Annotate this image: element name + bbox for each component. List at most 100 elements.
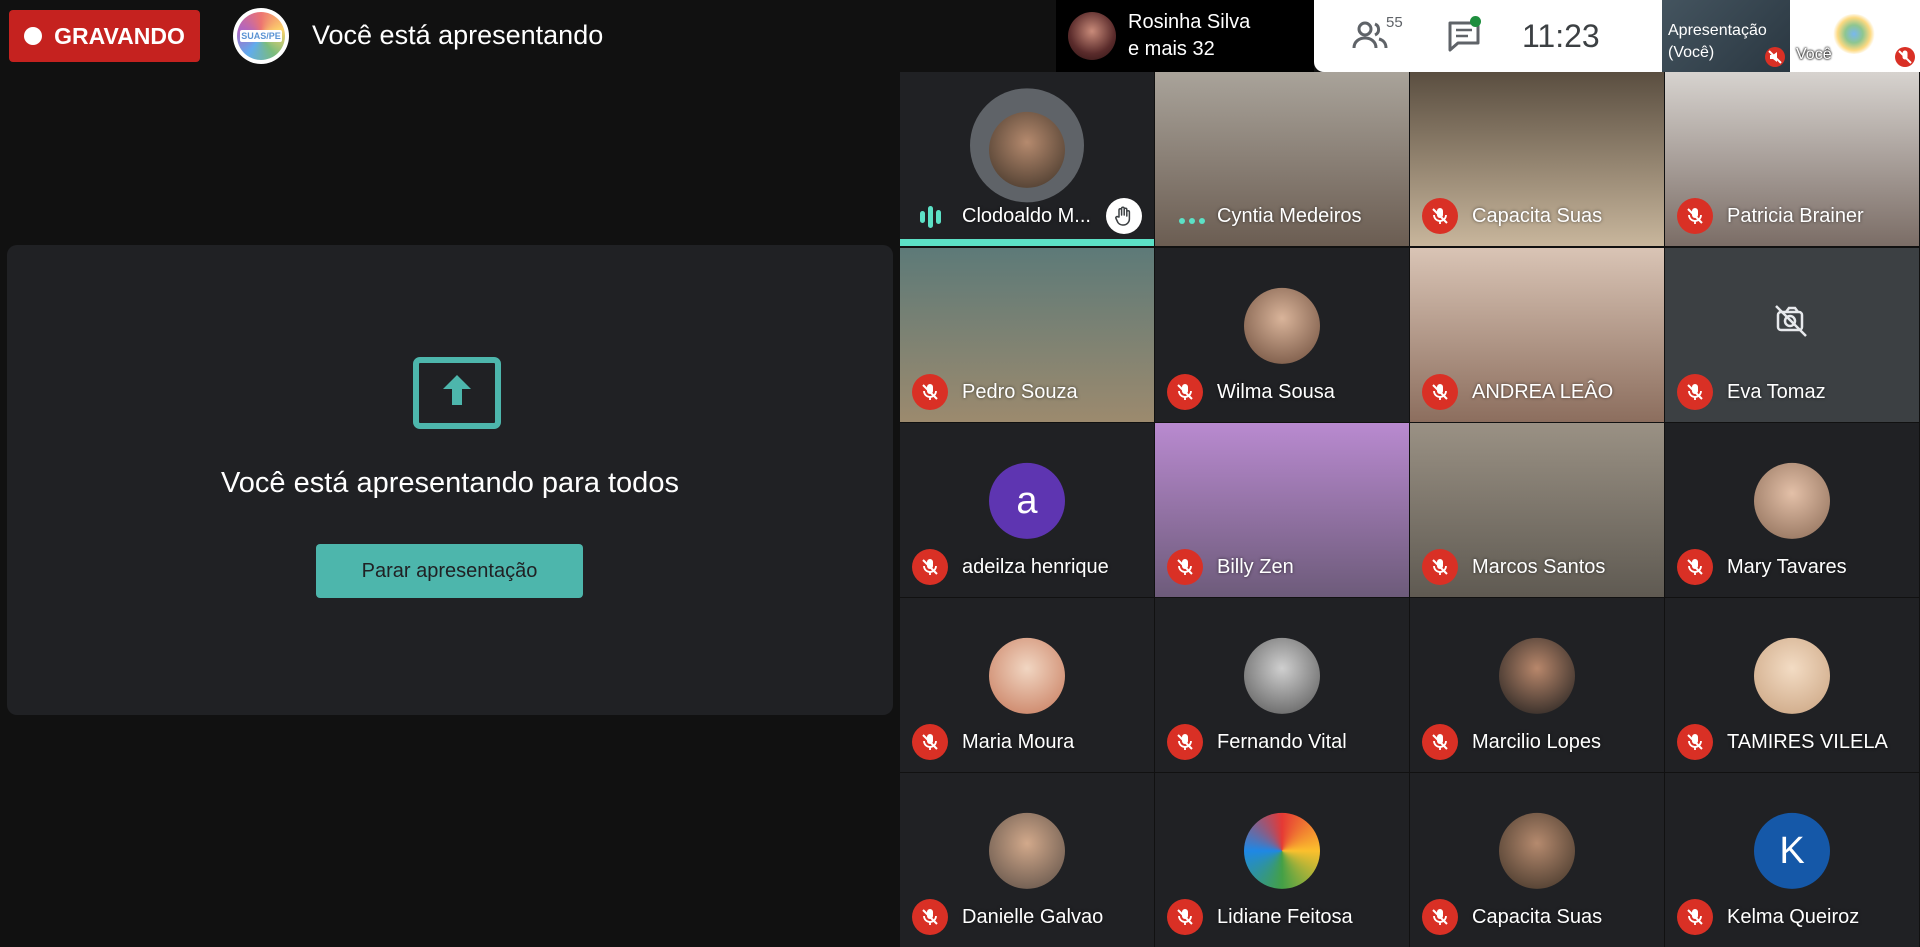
recording-dot-icon [24, 27, 43, 45]
participant-tile[interactable]: Wilma Sousa [1155, 248, 1409, 422]
mic-off-icon [1167, 549, 1203, 585]
presenter-avatar [1068, 12, 1116, 60]
participant-name: TAMIRES VILELA [1727, 731, 1888, 753]
participant-name: Maria Moura [962, 731, 1075, 753]
presenter-more: e mais 32 [1128, 38, 1215, 60]
participant-avatar [1499, 637, 1575, 714]
mic-off-icon [912, 374, 948, 410]
participant-name: Capacita Suas [1472, 205, 1603, 227]
presenting-title: Você está apresentando [312, 20, 604, 50]
participant-avatar [1244, 812, 1320, 889]
participant-tile[interactable]: ANDREA LEÂO [1410, 248, 1664, 422]
participant-avatar [1499, 812, 1575, 889]
speaker-muted-icon [1765, 47, 1785, 67]
participant-tile[interactable]: Mary Tavares [1665, 423, 1919, 597]
self-presentation-label: Apresentação [1668, 22, 1767, 39]
participant-tile[interactable]: TAMIRES VILELA [1665, 598, 1919, 772]
participant-name: ANDREA LEÂO [1472, 381, 1614, 403]
logo-text: SUAS/PE [240, 30, 282, 42]
mic-off-icon [1422, 198, 1458, 234]
participant-name: Capacita Suas [1472, 906, 1603, 928]
participant-name: Mary Tavares [1727, 556, 1847, 578]
participant-tile[interactable]: Marcilio Lopes [1410, 598, 1664, 772]
meeting-logo: SUAS/PE [233, 8, 289, 64]
presenting-message: Você está apresentando para todos [221, 467, 679, 499]
participant-tile[interactable]: Capacita Suas [1410, 72, 1664, 246]
mic-off-icon [1167, 724, 1203, 760]
participant-avatar [1754, 462, 1830, 539]
present-screen-icon [413, 357, 501, 429]
participant-tile[interactable]: Cyntia Medeiros [1155, 72, 1409, 246]
participant-name: Patricia Brainer [1727, 205, 1864, 227]
participant-tile[interactable]: K Kelma Queiroz [1665, 773, 1919, 947]
participant-tile[interactable]: Clodoaldo M... [900, 72, 1154, 246]
mic-off-icon [912, 549, 948, 585]
participant-tile[interactable]: Pedro Souza [900, 248, 1154, 422]
self-presentation-tile[interactable]: Apresentação (Você) [1662, 0, 1790, 72]
participant-tile[interactable]: Eva Tomaz [1665, 248, 1919, 422]
mic-off-icon [1422, 549, 1458, 585]
mic-off-icon [1422, 899, 1458, 935]
participant-tile[interactable]: a adeilza henrique [900, 423, 1154, 597]
participant-tile[interactable]: Lidiane Feitosa [1155, 773, 1409, 947]
mic-off-icon [1895, 47, 1915, 67]
mic-off-icon [1677, 724, 1713, 760]
participant-tile[interactable]: Capacita Suas [1410, 773, 1664, 947]
recording-badge[interactable]: GRAVANDO [9, 10, 200, 62]
mic-off-icon [1422, 374, 1458, 410]
participant-name: Marcilio Lopes [1472, 731, 1601, 753]
participant-tile[interactable]: Billy Zen [1155, 423, 1409, 597]
participant-name: Lidiane Feitosa [1217, 906, 1353, 928]
participant-name: Marcos Santos [1472, 556, 1606, 578]
mic-off-icon [1422, 724, 1458, 760]
mic-off-icon [1677, 198, 1713, 234]
hand-raised-icon [1106, 198, 1142, 234]
participants-count: 55 [1386, 14, 1403, 31]
participant-avatar [989, 812, 1065, 889]
self-camera-tile[interactable]: Você [1790, 0, 1920, 72]
participant-avatar [1244, 637, 1320, 714]
participant-tile[interactable]: Marcos Santos [1410, 423, 1664, 597]
participant-avatar [1754, 637, 1830, 714]
stop-presenting-button[interactable]: Parar apresentação [316, 544, 583, 598]
self-presentation-sublabel: (Você) [1668, 44, 1715, 61]
mic-off-icon [912, 899, 948, 935]
presentation-panel: Você está apresentando para todos Parar … [7, 245, 893, 715]
participant-name: Fernando Vital [1217, 731, 1347, 753]
participant-name: Pedro Souza [962, 381, 1078, 403]
participant-name: Cyntia Medeiros [1217, 205, 1362, 227]
participant-tile[interactable]: Danielle Galvao [900, 773, 1154, 947]
chat-notification-dot [1470, 16, 1481, 27]
participant-name: Danielle Galvao [962, 906, 1104, 928]
active-speaker-bar [900, 239, 1154, 246]
participant-tile[interactable]: Maria Moura [900, 598, 1154, 772]
participant-name: Kelma Queiroz [1727, 906, 1860, 928]
mic-off-icon [1677, 549, 1713, 585]
mic-off-icon [1167, 374, 1203, 410]
chat-button[interactable] [1446, 16, 1482, 54]
audio-level-icon [1179, 218, 1205, 224]
speaking-indicator-icon [920, 206, 941, 228]
mic-off-icon [1167, 899, 1203, 935]
participant-name: Clodoaldo M... [962, 205, 1091, 227]
presenter-name: Rosinha Silva [1128, 11, 1251, 33]
participant-tile[interactable]: Patricia Brainer [1665, 72, 1919, 246]
participant-name: Billy Zen [1217, 556, 1294, 578]
participant-name: Eva Tomaz [1727, 381, 1826, 403]
people-icon [1352, 21, 1388, 49]
participant-avatar: a [989, 462, 1065, 539]
participant-avatar [989, 637, 1065, 714]
participant-tile[interactable]: Fernando Vital [1155, 598, 1409, 772]
participant-avatar [1244, 287, 1320, 364]
participant-avatar [989, 111, 1065, 188]
top-toolbar: 55 11:23 [1314, 0, 1662, 72]
participants-button[interactable]: 55 [1350, 14, 1403, 56]
self-avatar-logo [1832, 14, 1876, 54]
mic-off-icon [912, 724, 948, 760]
mic-off-icon [1677, 374, 1713, 410]
clock: 11:23 [1522, 17, 1600, 54]
participant-avatar: K [1754, 812, 1830, 889]
presenters-indicator[interactable]: Rosinha Silva e mais 32 [1056, 0, 1314, 72]
camera-off-icon [1775, 305, 1807, 337]
participant-grid: Clodoaldo M... Cyntia Medeiros Capacita Su… [900, 72, 1920, 947]
